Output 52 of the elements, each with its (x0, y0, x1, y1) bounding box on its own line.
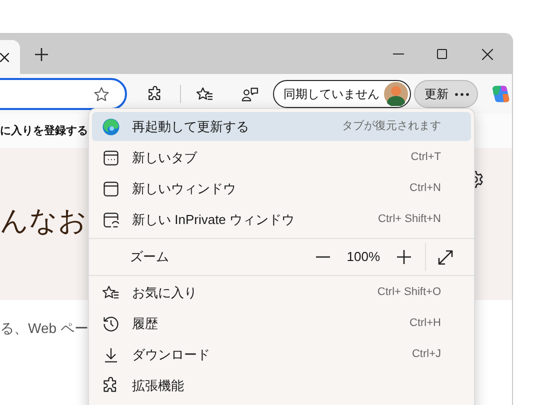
close-tab-icon[interactable] (0, 52, 9, 62)
close-icon[interactable] (482, 48, 493, 60)
more-icon (455, 92, 470, 96)
maximize-icon[interactable] (437, 49, 447, 59)
shortcut-label: Ctrl+J (412, 347, 441, 362)
menu-item[interactable]: 新しいウィンドウ Ctrl+N (92, 174, 471, 203)
menu-item[interactable]: 新しいタブ Ctrl+T (92, 143, 471, 172)
menu-item[interactable]: 拡張機能 (92, 371, 471, 400)
shortcut-label: Ctrl+H (410, 316, 441, 332)
shortcut-label: Ctrl+T (410, 150, 441, 166)
favorites-hint: に入りを登録する (0, 124, 88, 139)
private-window-icon (102, 210, 120, 228)
copilot-icon[interactable] (490, 83, 512, 105)
edge-logo-icon (102, 118, 120, 136)
avatar-icon (384, 82, 408, 106)
new-tab-icon[interactable] (35, 48, 48, 60)
feedback-icon[interactable] (240, 86, 259, 102)
menu-label: 再起動して更新する (132, 118, 249, 136)
shortcut-label: Ctrl+ Shift+O (377, 285, 441, 300)
zoom-in-icon[interactable] (397, 250, 411, 264)
shortcut-label: Ctrl+ Shift+N (378, 212, 441, 228)
window-icon (102, 180, 120, 198)
full-screen-icon[interactable] (438, 250, 453, 264)
menu-label: 履歴 (132, 314, 158, 333)
new-tab-icon (102, 148, 120, 166)
search-hint: る、Web ペー (0, 319, 88, 338)
menu-item[interactable]: 再起動して更新する タブが復元されます (92, 112, 471, 141)
menu-label: お気に入り (132, 284, 197, 302)
menu-item[interactable]: 履歴 Ctrl+H (92, 309, 471, 338)
page-heading: んなお (0, 207, 87, 235)
menu-label: 新しい InPrivate ウィンドウ (132, 210, 295, 229)
sync-button[interactable]: 同期していません (272, 80, 411, 108)
menu-label: 拡張機能 (132, 376, 184, 395)
menu-item[interactable]: ダウンロード Ctrl+J (92, 340, 471, 369)
star-list-icon[interactable] (196, 86, 214, 102)
history-icon (102, 314, 120, 332)
menu-label: 新しいウィンドウ (132, 180, 236, 198)
star-icon[interactable] (93, 86, 110, 102)
address-bar[interactable] (0, 78, 128, 110)
update-button[interactable]: 更新 (414, 80, 478, 108)
zoom-label: ズーム (130, 248, 169, 266)
minimize-icon[interactable] (393, 53, 404, 55)
star-list-icon (102, 284, 120, 302)
menu-item[interactable]: お気に入り Ctrl+ Shift+O (92, 278, 471, 307)
download-icon (102, 346, 120, 364)
menu-label: ダウンロード (132, 346, 210, 364)
menu-label: 新しいタブ (132, 148, 197, 167)
shortcut-label: Ctrl+N (410, 181, 441, 196)
menu-item[interactable]: 新しい InPrivate ウィンドウ Ctrl+ Shift+N (92, 205, 471, 234)
zoom-level: 100% (346, 248, 380, 266)
shortcut-label: タブが復元されます (342, 118, 441, 134)
browser-tab[interactable] (0, 40, 20, 74)
